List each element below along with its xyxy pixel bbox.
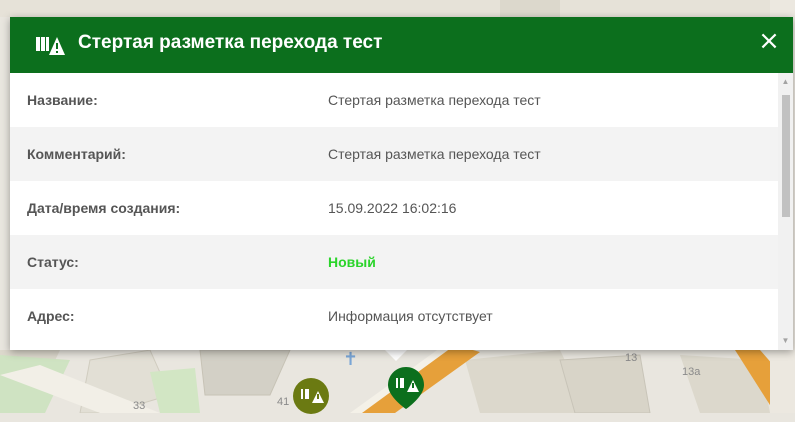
popup-title: Стертая разметка перехода тест [78,32,383,53]
svg-text:✝: ✝ [343,349,358,370]
detail-label: Статус: [27,254,79,270]
popup-header: Стертая разметка перехода тест × [10,17,793,73]
map-house-number: 13 [625,352,638,364]
map-marker-warning-olive[interactable] [292,377,330,422]
incident-popup: Стертая разметка перехода тест × Названи… [10,17,793,350]
detail-row-status: Статус: Новый [10,235,778,289]
detail-label: Адрес: [27,308,75,324]
detail-value: Стертая разметка перехода тест [328,146,541,162]
map-house-number: 13а [682,366,701,378]
popup-details-list: Название: Стертая разметка перехода тест… [10,73,778,350]
detail-label: Название: [27,92,98,108]
detail-value: Стертая разметка перехода тест [328,92,541,108]
map-house-number: 33 [133,400,146,412]
detail-row-address: Адрес: Информация отсутствует [10,289,778,343]
scroll-thumb[interactable] [782,95,790,217]
popup-scrollbar[interactable]: ▲ ▼ [778,73,793,350]
map-house-number: 41 [277,396,290,408]
detail-row-created: Дата/время создания: 15.09.2022 16:02:16 [10,181,778,235]
scroll-down-arrow-icon[interactable]: ▼ [778,334,793,348]
scroll-up-arrow-icon[interactable]: ▲ [778,75,793,89]
map-marker-warning-selected[interactable] [386,365,426,416]
detail-label: Комментарий: [27,146,126,162]
detail-row-comment: Комментарий: Стертая разметка перехода т… [10,127,778,181]
detail-value: Информация отсутствует [328,308,493,324]
worn-marking-warning-icon [36,33,66,57]
detail-label: Дата/время создания: [27,200,181,216]
status-value: Новый [328,254,376,270]
close-button[interactable]: × [757,27,781,55]
detail-row-name: Название: Стертая разметка перехода тест [10,73,778,127]
detail-value: 15.09.2022 16:02:16 [328,200,457,216]
